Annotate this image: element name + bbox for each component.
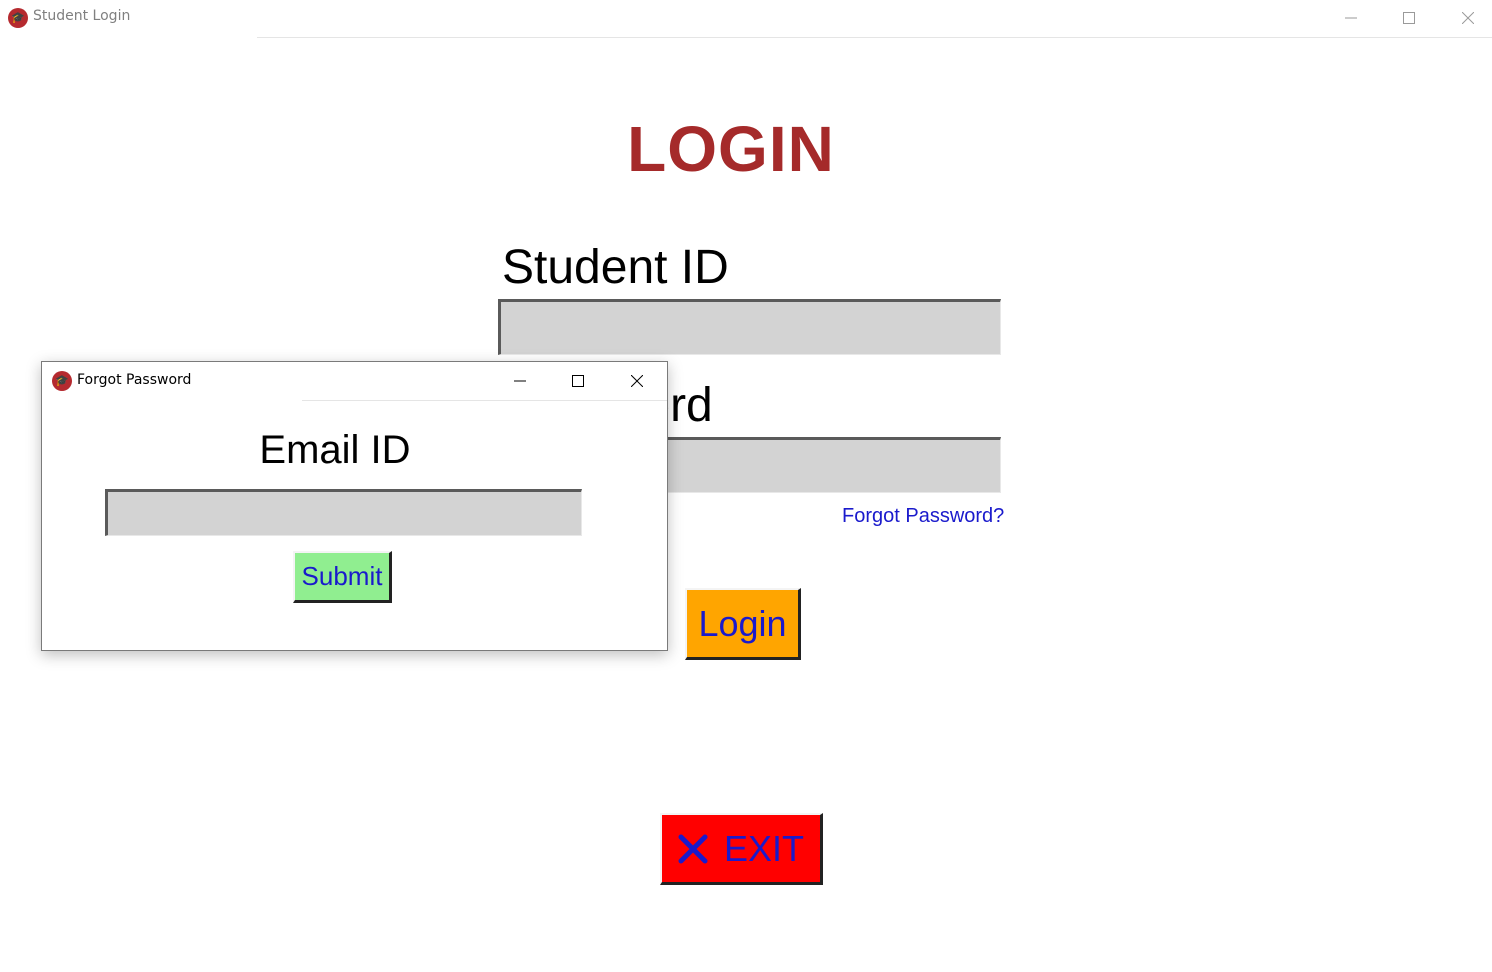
minimize-icon[interactable]: [497, 363, 543, 399]
graduation-cap-icon: 🎓: [52, 371, 72, 391]
exit-button[interactable]: EXIT: [660, 813, 823, 885]
dialog-title: Forgot Password: [77, 372, 192, 388]
submit-button[interactable]: Submit: [293, 551, 392, 603]
main-window-titlebar[interactable]: 🎓 Student Login: [0, 0, 1492, 38]
login-button-label: Login: [698, 602, 787, 644]
student-id-label: Student ID: [502, 241, 729, 294]
student-id-input[interactable]: [498, 299, 1001, 355]
maximize-icon[interactable]: [555, 363, 601, 399]
maximize-icon[interactable]: [1386, 0, 1432, 36]
x-icon: [678, 834, 708, 863]
forgot-password-dialog: 🎓 Forgot Password Email ID Submit: [41, 361, 668, 651]
titlebar-divider: [302, 400, 667, 401]
titlebar-divider: [257, 37, 1492, 38]
minimize-icon[interactable]: [1328, 0, 1374, 36]
dialog-titlebar[interactable]: 🎓 Forgot Password: [42, 362, 667, 401]
graduation-cap-icon: 🎓: [8, 8, 28, 28]
exit-button-label: EXIT: [723, 827, 804, 869]
email-id-label: Email ID: [259, 428, 411, 472]
close-icon[interactable]: [614, 363, 660, 399]
submit-button-label: Submit: [301, 561, 383, 591]
login-heading: LOGIN: [627, 113, 835, 185]
close-icon[interactable]: [1445, 0, 1491, 36]
window-title: Student Login: [33, 8, 131, 24]
login-button[interactable]: Login: [685, 588, 801, 660]
email-input[interactable]: [105, 489, 582, 536]
forgot-password-link[interactable]: Forgot Password?: [842, 505, 1004, 528]
